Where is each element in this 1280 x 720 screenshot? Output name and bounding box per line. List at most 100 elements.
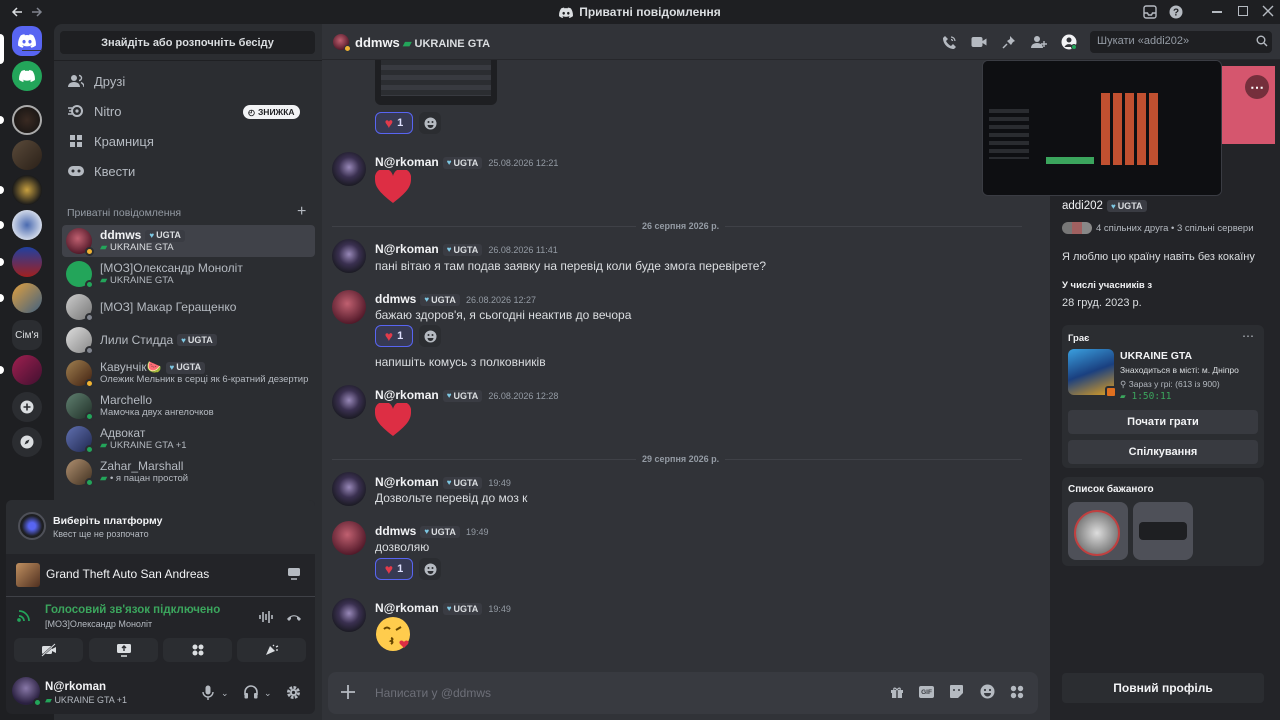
message-avatar[interactable]	[332, 472, 366, 506]
message-avatar[interactable]	[332, 598, 366, 632]
add-reaction-button[interactable]	[419, 325, 441, 347]
emoji-icon[interactable]	[980, 684, 995, 699]
gif-icon[interactable]: GIF	[919, 686, 934, 698]
help-icon[interactable]: ?	[1169, 5, 1183, 19]
message-avatar[interactable]	[332, 290, 366, 324]
unread-indicator	[0, 221, 4, 229]
message-author[interactable]: ddmws ♥ UGTA 19:49	[375, 524, 488, 538]
add-friends-to-dm-icon[interactable]	[1030, 33, 1048, 51]
maximize-icon[interactable]	[1238, 6, 1248, 16]
message-author[interactable]: N@rkoman ♥ UGTA 19:49	[375, 475, 511, 489]
activities-button[interactable]	[163, 638, 232, 662]
camera-off-button[interactable]	[14, 638, 83, 662]
create-dm-icon[interactable]: +	[297, 204, 306, 220]
dm-item-makar[interactable]: [МОЗ] Макар Геращенко	[62, 291, 315, 323]
guild-tag: ♥ UGTA	[420, 525, 460, 538]
message-author[interactable]: N@rkoman ♥ UGTA 25.08.2026 12:21	[375, 155, 558, 169]
start-playing-button[interactable]: Почати грати	[1068, 410, 1258, 434]
quest-status: Квест ще не розпочато	[53, 529, 149, 539]
dm-notification-avatar[interactable]	[12, 61, 42, 91]
header-username[interactable]: ddmws	[355, 35, 400, 50]
headphones-icon[interactable]	[244, 685, 258, 699]
message-avatar[interactable]	[332, 239, 366, 273]
soundboard-button[interactable]	[237, 638, 306, 662]
dm-item-ddmws[interactable]: ddmws ♥ UGTA ▰ UKRAINE GTA	[62, 225, 315, 257]
wishlist-item-1[interactable]	[1068, 502, 1128, 560]
home-discord-icon[interactable]	[12, 26, 42, 56]
add-reaction-button[interactable]	[419, 112, 441, 134]
apps-icon[interactable]	[1010, 685, 1024, 699]
message-author[interactable]: N@rkoman ♥ UGTA 26.08.2026 11:41	[375, 242, 558, 256]
server-icon-1[interactable]	[12, 105, 42, 135]
user-profile-toggle-icon[interactable]	[1060, 33, 1078, 51]
game-preview-popup[interactable]	[982, 60, 1222, 196]
server-icon-6[interactable]	[12, 283, 42, 313]
video-call-icon[interactable]	[970, 33, 988, 51]
profile-more-icon[interactable]: ⋯	[1245, 75, 1269, 99]
dm-item-oleksandr[interactable]: [МОЗ]Олександр Моноліт ▰ UKRAINE GTA	[62, 258, 315, 290]
server-icon-2[interactable]	[12, 140, 42, 170]
dm-item-marchello[interactable]: Marchello Мамочка двух ангелочков	[62, 390, 315, 422]
mic-options-chevron-icon[interactable]: ⌄	[221, 688, 229, 699]
activity-more-icon[interactable]: ⋯	[1242, 329, 1254, 343]
close-icon[interactable]	[1262, 5, 1274, 17]
add-reaction-button[interactable]	[419, 558, 441, 580]
server-icon-3[interactable]	[12, 175, 42, 205]
heart-reaction[interactable]: ♥ 1	[375, 558, 413, 580]
profile-bio: Я люблю цю країну навіть без кокаїну	[1062, 251, 1255, 263]
find-conversation-button[interactable]: Знайдіть або розпочніть бесіду	[60, 31, 315, 54]
stream-game-icon[interactable]	[287, 567, 301, 580]
attached-image[interactable]	[375, 60, 497, 105]
search-input[interactable]: Шукати «addi202»	[1097, 35, 1189, 47]
dm-item-lily[interactable]: Лили Стидда ♥ UGTA	[62, 324, 315, 356]
server-icon-5[interactable]	[12, 247, 42, 277]
chat-button[interactable]: Спілкування	[1068, 440, 1258, 464]
quest-panel[interactable]: Виберіть платформу Квест ще не розпочато	[6, 500, 315, 554]
microphone-icon[interactable]	[202, 685, 214, 700]
avatar	[66, 261, 94, 289]
message-author[interactable]: N@rkoman ♥ UGTA 19:49	[375, 601, 511, 615]
dm-item-kavunchik[interactable]: Кавунчік🍉 ♥ UGTA Олежик Мельник в серці як …	[62, 357, 315, 389]
headphones-options-chevron-icon[interactable]: ⌄	[264, 688, 272, 699]
attach-plus-icon[interactable]	[340, 684, 356, 700]
search-box[interactable]: Шукати «addi202»	[1090, 31, 1272, 53]
nav-friends[interactable]: Друзі	[62, 67, 312, 95]
pinned-messages-icon[interactable]	[1000, 33, 1018, 51]
server-folder[interactable]: Сім'я	[12, 320, 42, 350]
mutuals-row[interactable]: 4 спільних друга • 3 спільні сервери	[1062, 222, 1254, 234]
minimize-icon[interactable]	[1212, 11, 1222, 13]
add-server-icon[interactable]	[12, 392, 42, 422]
message-author[interactable]: ddmws ♥ UGTA 26.08.2026 12:27	[375, 292, 536, 306]
voice-call-icon[interactable]	[940, 33, 958, 51]
user-avatar[interactable]	[12, 677, 42, 707]
search-icon[interactable]	[1256, 35, 1268, 47]
game-panel[interactable]: Grand Theft Auto San Andreas	[6, 555, 315, 595]
server-icon-4[interactable]	[12, 210, 42, 240]
discover-compass-icon[interactable]	[12, 427, 42, 457]
header-avatar[interactable]	[333, 34, 351, 52]
user-name[interactable]: N@rkoman	[45, 681, 106, 693]
wishlist-item-2[interactable]	[1133, 502, 1193, 560]
message-avatar[interactable]	[332, 521, 366, 555]
inbox-icon[interactable]	[1143, 5, 1157, 19]
voice-channel[interactable]: [МОЗ]Олександр Моноліт	[45, 619, 152, 629]
gift-icon[interactable]	[890, 685, 904, 699]
noise-suppression-icon[interactable]	[258, 610, 274, 624]
message-avatar[interactable]	[332, 152, 366, 186]
message-input[interactable]: Написати у @ddmws	[375, 686, 491, 700]
disconnect-icon[interactable]	[286, 612, 302, 622]
voice-status[interactable]: Голосовий зв'язок підключено	[45, 604, 220, 616]
full-profile-button[interactable]: Повний профіль	[1062, 673, 1264, 703]
dm-item-zahar[interactable]: Zahar_Marshall ▰ • я пацан простой	[62, 456, 315, 488]
server-icon-7[interactable]	[12, 355, 42, 385]
message-author[interactable]: N@rkoman ♥ UGTA 26.08.2026 12:28	[375, 388, 558, 402]
screen-share-button[interactable]	[89, 638, 158, 662]
settings-gear-icon[interactable]	[286, 685, 301, 700]
nav-shop[interactable]: Крамниця	[62, 127, 312, 155]
heart-reaction[interactable]: ♥ 1	[375, 325, 413, 347]
nav-quests[interactable]: Квести	[62, 157, 312, 185]
dm-item-advokat[interactable]: Адвокат ▰ UKRAINE GTA +1	[62, 423, 315, 455]
message-avatar[interactable]	[332, 385, 366, 419]
heart-reaction[interactable]: ♥ 1	[375, 112, 413, 134]
sticker-icon[interactable]	[949, 684, 964, 699]
